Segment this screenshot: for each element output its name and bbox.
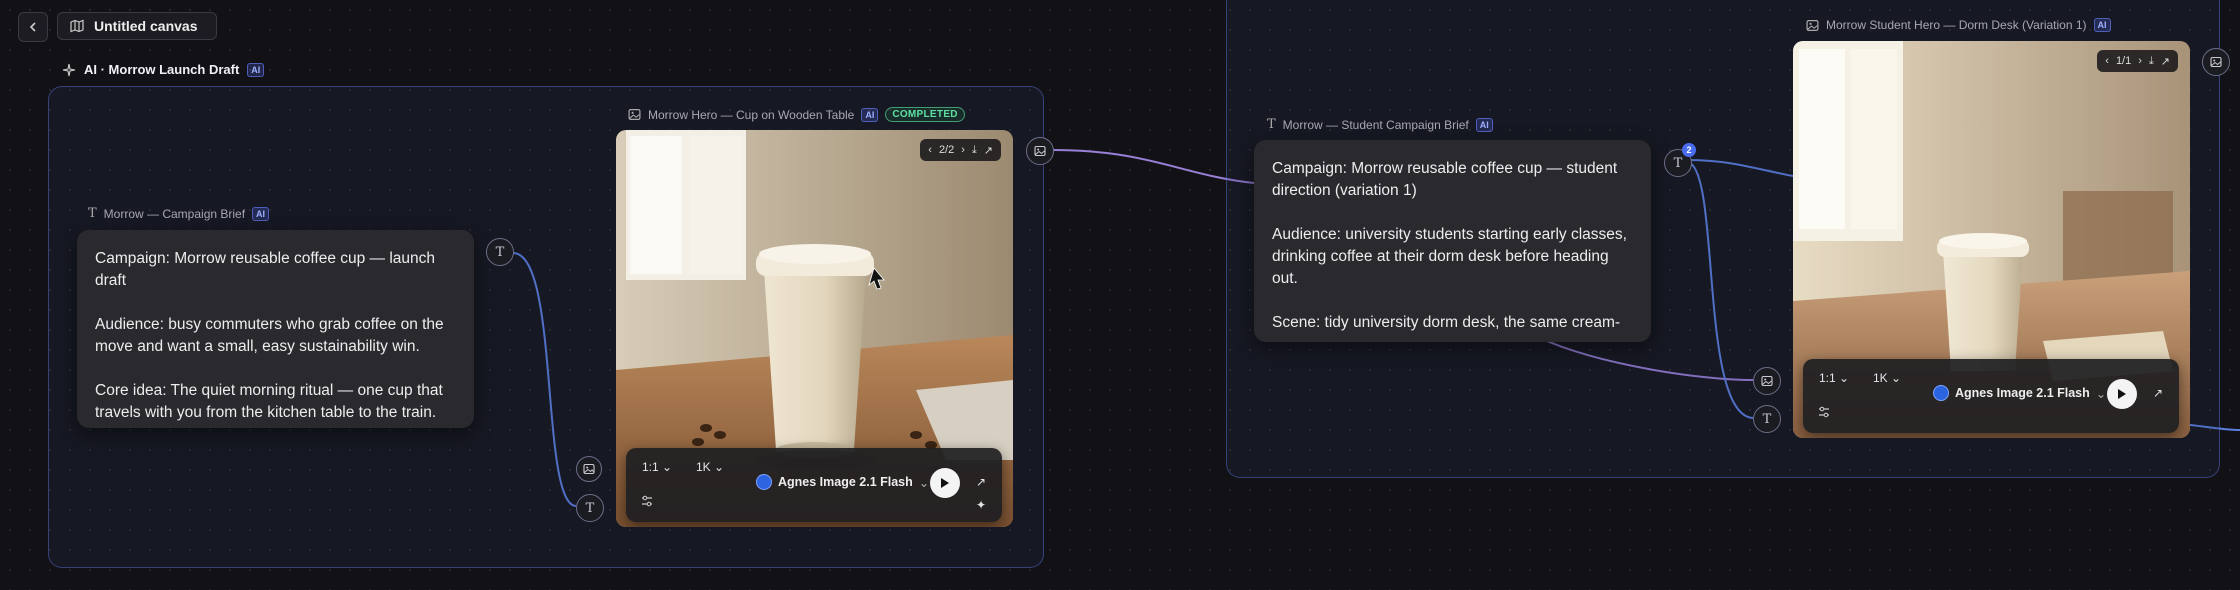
expand-icon[interactable]: ↗ <box>2161 55 2170 68</box>
image-output-port[interactable] <box>1026 137 1054 165</box>
model-logo-icon <box>1933 385 1949 401</box>
status-badge: COMPLETED <box>885 107 965 122</box>
chevron-right-icon[interactable]: › <box>2138 55 2142 67</box>
ai-tag: AI <box>252 206 270 221</box>
model-selector[interactable]: Agnes Image 2.1 Flash ⌄ <box>1933 385 2106 401</box>
brief-paragraph: Audience: university students starting e… <box>1272 226 1627 287</box>
node-title-text: Morrow — Student Campaign Brief <box>1282 117 1469 132</box>
play-icon <box>941 478 949 488</box>
back-button[interactable] <box>18 12 48 42</box>
model-selector[interactable]: Agnes Image 2.1 Flash ⌄ <box>756 474 929 490</box>
brief-paragraph: Campaign: Morrow reusable coffee cup — s… <box>1272 160 1618 199</box>
chevron-down-icon: ⌄ <box>918 475 930 490</box>
image-icon <box>1761 375 1773 387</box>
download-icon[interactable]: ⤓ <box>972 144 977 157</box>
image-output-port[interactable] <box>2202 48 2230 76</box>
ai-tag: AI <box>861 107 879 122</box>
text-output-port[interactable]: T <box>486 238 514 266</box>
brief-paragraph: Audience: busy commuters who grab coffee… <box>95 316 444 355</box>
run-button[interactable] <box>930 468 960 498</box>
download-icon[interactable]: ⤓ <box>2149 55 2154 68</box>
pager-text: 2/2 <box>938 144 955 156</box>
chevron-right-icon[interactable]: › <box>961 144 965 156</box>
text-node-card[interactable]: Campaign: Morrow reusable coffee cup — l… <box>77 230 474 428</box>
expand-icon[interactable]: ↗ <box>976 475 986 489</box>
image-pager[interactable]: ‹ 1/1 › ⤓ ↗ <box>2097 50 2178 72</box>
run-button[interactable] <box>2107 379 2137 409</box>
node-title-text: Morrow — Campaign Brief <box>103 206 246 221</box>
aspect-dropdown[interactable]: 1:1 ⌄ <box>1819 371 1849 385</box>
expand-icon[interactable]: ↗ <box>2153 386 2163 400</box>
resolution-dropdown[interactable]: 1K ⌄ <box>696 460 724 474</box>
aspect-dropdown[interactable]: 1:1 ⌄ <box>642 460 672 474</box>
chevron-left-icon <box>29 22 36 32</box>
brief-paragraph: Core idea: The quiet morning ritual — on… <box>95 382 443 421</box>
node-title[interactable]: Morrow Student Hero — Dorm Desk (Variati… <box>1806 18 2111 32</box>
model-name: Agnes Image 2.1 Flash <box>778 475 913 489</box>
chevron-down-icon: ⌄ <box>2095 386 2107 401</box>
map-icon <box>70 19 84 33</box>
canvas-title: Untitled canvas <box>94 18 198 34</box>
play-icon <box>2118 389 2126 399</box>
chevron-left-icon[interactable]: ‹ <box>2105 55 2109 67</box>
text-type-icon: T <box>1267 117 1276 132</box>
generation-toolbar[interactable]: 1:1 ⌄ 1K ⌄ Agnes Image 2.1 Flash ⌄ ↗ <box>1803 359 2179 433</box>
resolution-dropdown[interactable]: 1K ⌄ <box>1873 371 1901 385</box>
chevron-left-icon[interactable]: ‹ <box>928 144 932 156</box>
settings-sliders-icon[interactable] <box>1817 405 1831 419</box>
sparkle-group-icon <box>62 63 76 76</box>
pager-text: 1/1 <box>2115 55 2132 67</box>
model-logo-icon <box>756 474 772 490</box>
canvas-title-button[interactable]: Untitled canvas <box>57 12 217 40</box>
image-icon <box>2210 56 2222 68</box>
image-type-icon <box>1806 19 1819 31</box>
generation-toolbar[interactable]: 1:1 ⌄ 1K ⌄ Agnes Image 2.1 Flash ⌄ ↗ ✦ <box>626 448 1002 522</box>
edge-image1-to-brief2 <box>1051 149 1255 184</box>
node-title[interactable]: Morrow Hero — Cup on Wooden Table AI COM… <box>628 107 965 122</box>
image-node-card[interactable]: ‹ 2/2 › ⤓ ↗ 1:1 ⌄ 1K ⌄ Agnes Image 2.1 F… <box>616 130 1013 527</box>
image-type-icon <box>628 109 641 120</box>
node-title[interactable]: T Morrow — Student Campaign Brief AI <box>1267 117 1493 132</box>
group-label-text: AI · Morrow Launch Draft <box>84 62 240 77</box>
node-title-text: Morrow Student Hero — Dorm Desk (Variati… <box>1826 18 2087 32</box>
text-node-card[interactable]: Campaign: Morrow reusable coffee cup — s… <box>1254 140 1651 342</box>
image-input-port[interactable] <box>1753 367 1781 395</box>
settings-sliders-icon[interactable] <box>640 494 654 508</box>
connection-count-badge: 2 <box>1682 143 1696 157</box>
text-input-port[interactable]: T <box>576 494 604 522</box>
magic-wand-icon[interactable]: ✦ <box>976 498 986 512</box>
node-title-text: Morrow Hero — Cup on Wooden Table <box>648 107 855 122</box>
image-node-card[interactable]: ‹ 1/1 › ⤓ ↗ 1:1 ⌄ 1K ⌄ Agnes Image 2.1 F… <box>1793 41 2190 438</box>
node-title[interactable]: T Morrow — Campaign Brief AI <box>88 206 270 221</box>
text-input-port[interactable]: T <box>1753 405 1781 433</box>
brief-paragraph: Campaign: Morrow reusable coffee cup — l… <box>95 250 436 289</box>
image-input-port[interactable] <box>576 456 602 482</box>
group-label[interactable]: AI · Morrow Launch Draft AI <box>62 62 265 77</box>
ai-tag: AI <box>247 62 265 77</box>
image-pager[interactable]: ‹ 2/2 › ⤓ ↗ <box>920 139 1001 161</box>
image-icon <box>583 463 595 475</box>
expand-icon[interactable]: ↗ <box>984 144 993 157</box>
image-icon <box>1034 145 1046 157</box>
text-type-icon: T <box>88 206 97 221</box>
ai-tag: AI <box>2093 18 2111 32</box>
model-name: Agnes Image 2.1 Flash <box>1955 386 2090 400</box>
ai-tag: AI <box>1475 117 1493 132</box>
brief-paragraph: Scene: tidy university dorm desk, the sa… <box>1272 314 1621 331</box>
